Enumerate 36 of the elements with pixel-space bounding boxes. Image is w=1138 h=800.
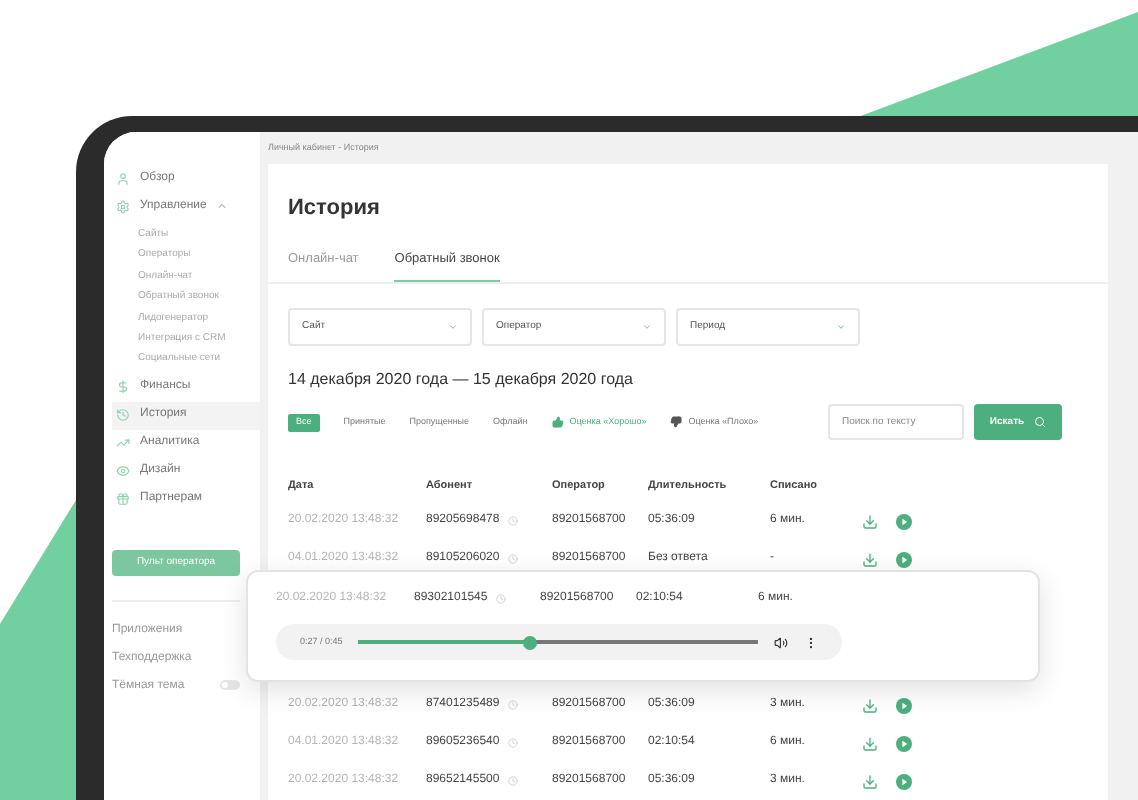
sidebar-item-icon [116, 171, 130, 185]
dark-theme-toggle[interactable] [220, 680, 240, 691]
play-icon[interactable] [896, 513, 912, 530]
thumbs-up-icon [551, 416, 564, 429]
date-range: 14 декабря 2020 года — 15 декабря 2020 года [288, 368, 635, 393]
progress-thumb[interactable] [523, 635, 538, 649]
sidebar-item-icon [116, 199, 130, 213]
sidebar-item-icon [116, 492, 130, 507]
sidebar-item-icon [116, 464, 130, 479]
sidebar-item-icon [116, 380, 130, 395]
download-icon[interactable] [862, 773, 878, 790]
search-icon [1034, 416, 1047, 429]
chevron-icon [642, 322, 652, 333]
clock-icon [507, 554, 518, 565]
clock-icon [507, 700, 518, 711]
play-icon[interactable] [896, 735, 912, 752]
volume-icon[interactable] [774, 635, 788, 649]
thumbs-down-icon [670, 416, 683, 429]
sidebar-item-icon [116, 436, 130, 451]
download-icon[interactable] [862, 735, 878, 752]
more-icon[interactable] [804, 635, 818, 649]
play-icon[interactable] [896, 551, 912, 568]
download-icon[interactable] [862, 697, 878, 714]
play-icon[interactable] [896, 773, 912, 790]
play-icon[interactable] [896, 697, 912, 714]
chevron-icon [836, 322, 846, 333]
clock-icon [507, 738, 518, 749]
chevron-icon[interactable] [216, 200, 229, 212]
page-title: История [288, 194, 382, 224]
download-icon[interactable] [862, 513, 878, 530]
chevron-icon [448, 322, 458, 333]
sidebar-item-icon [116, 408, 130, 423]
download-icon[interactable] [862, 551, 878, 568]
clock-icon [507, 776, 518, 787]
clock-icon [507, 516, 518, 527]
clock-icon [495, 593, 506, 603]
